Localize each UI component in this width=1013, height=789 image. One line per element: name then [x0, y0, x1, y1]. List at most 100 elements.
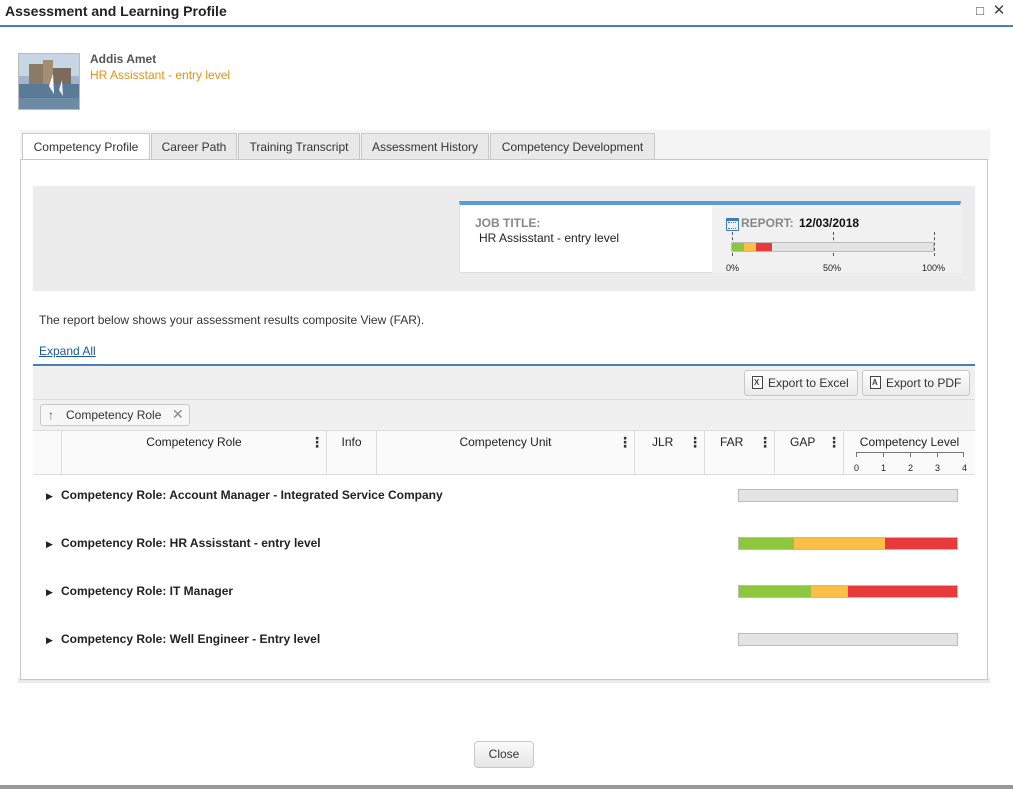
bar-segment: [744, 243, 757, 251]
scale-label: 3: [935, 463, 941, 473]
column-header-competency-unit[interactable]: Competency Unit: [376, 431, 634, 475]
group-row[interactable]: ▶ Competency Role: HR Assisstant - entry…: [33, 529, 975, 577]
progress-label-0: 0%: [726, 263, 740, 273]
window-title: Assessment and Learning Profile: [5, 3, 227, 19]
progress-label-50: 50%: [823, 263, 842, 273]
expand-caret-icon[interactable]: ▶: [46, 491, 53, 502]
tab-career-path[interactable]: Career Path: [151, 133, 237, 160]
tab-competency-profile[interactable]: Competency Profile: [22, 133, 150, 161]
job-title-label: JOB TITLE:: [475, 216, 541, 230]
competency-level-bar: [738, 585, 958, 598]
close-button[interactable]: Close: [474, 741, 534, 768]
competency-level-bar: [738, 489, 958, 502]
column-menu-icon[interactable]: [827, 435, 837, 449]
bar-segment: [756, 243, 773, 251]
competency-level-bar: [738, 633, 958, 646]
column-header-competency-level[interactable]: Competency Level 0 1 2 3 4: [843, 431, 975, 475]
column-header-gap[interactable]: GAP: [774, 431, 843, 475]
report-section: REPORT: 12/03/2018 0% 50% 100%: [712, 205, 962, 273]
column-header-jlr[interactable]: JLR: [634, 431, 704, 475]
report-date: 12/03/2018: [799, 216, 860, 230]
window-titlebar: Assessment and Learning Profile □ ✕: [0, 0, 1013, 27]
avatar-photo: [19, 54, 79, 109]
scale-tick: [856, 453, 857, 457]
group-row[interactable]: ▶ Competency Role: IT Manager: [33, 577, 975, 625]
group-chip-label: Competency Role: [66, 408, 162, 422]
tab-training-transcript[interactable]: Training Transcript: [238, 133, 360, 160]
tab-competency-development[interactable]: Competency Development: [490, 133, 655, 160]
column-header-info[interactable]: Info: [326, 431, 376, 475]
scale-tick: [937, 453, 938, 457]
report-description: The report below shows your assessment r…: [39, 313, 425, 327]
calendar-icon: [726, 218, 739, 231]
excel-file-icon: X: [752, 376, 763, 389]
report-progress-bar: [731, 242, 934, 252]
bar-segment: [739, 538, 794, 549]
scale-tick: [883, 453, 884, 457]
report-label: REPORT:: [741, 216, 794, 230]
group-row[interactable]: ▶ Competency Role: Account Manager - Int…: [33, 481, 975, 529]
competency-level-bar: [738, 537, 958, 550]
scale-tick: [910, 453, 911, 457]
tab-strip: Competency Profile Career Path Training …: [20, 130, 990, 161]
window-bottom-border: [0, 785, 1013, 789]
column-menu-icon[interactable]: [758, 435, 768, 449]
avatar: [18, 53, 80, 110]
column-label-competency-role: Competency Role: [146, 435, 242, 449]
bar-segment: [847, 586, 957, 597]
group-row-label: Competency Role: Well Engineer - Entry l…: [61, 632, 321, 646]
pdf-file-icon: A: [870, 376, 881, 389]
export-pdf-button[interactable]: A Export to PDF: [862, 370, 970, 396]
progress-label-100: 100%: [922, 263, 946, 273]
export-pdf-label: Export to PDF: [886, 376, 962, 390]
group-chip-competency-role[interactable]: ↑ Competency Role ✕: [40, 404, 190, 426]
grid-toolbar: X Export to Excel A Export to PDF: [33, 366, 975, 400]
scale-label: 4: [962, 463, 968, 473]
column-menu-icon[interactable]: [618, 435, 628, 449]
export-excel-label: Export to Excel: [768, 376, 849, 390]
scale-tick: [963, 453, 964, 457]
expand-caret-icon[interactable]: ▶: [46, 635, 53, 646]
column-label-jlr: JLR: [652, 435, 674, 449]
competency-level-scale: 0 1 2 3 4: [854, 452, 967, 473]
job-summary-card: JOB TITLE: HR Assisstant - entry level R…: [459, 201, 962, 273]
column-label-gap: GAP: [790, 435, 816, 449]
sort-ascending-icon[interactable]: ↑: [48, 405, 54, 425]
group-row-label: Competency Role: IT Manager: [61, 584, 234, 598]
column-label-competency-level: Competency Level: [859, 435, 960, 449]
column-menu-icon[interactable]: [310, 435, 320, 449]
scale-label: 1: [881, 463, 887, 473]
maximize-icon[interactable]: □: [972, 3, 988, 19]
grid-header-row: Competency Role Info Competency Unit JLR…: [33, 431, 975, 475]
close-icon[interactable]: ✕: [991, 1, 1007, 19]
expand-caret-icon[interactable]: ▶: [46, 587, 53, 598]
progress-tick-100: [934, 232, 935, 256]
user-name: Addis Amet: [90, 52, 157, 66]
scale-label: 2: [908, 463, 914, 473]
bar-segment: [739, 586, 811, 597]
scale-label: 0: [854, 463, 860, 473]
bar-segment: [885, 538, 957, 549]
column-label-competency-unit: Competency Unit: [459, 435, 552, 449]
user-job-title: HR Assisstant - entry level: [90, 68, 231, 82]
column-label-far: FAR: [720, 435, 744, 449]
expand-caret-icon[interactable]: ▶: [46, 539, 53, 550]
column-label-info: Info: [341, 435, 362, 449]
bar-segment: [793, 538, 886, 549]
grouping-area: ↑ Competency Role ✕: [33, 400, 975, 431]
column-header-far[interactable]: FAR: [704, 431, 774, 475]
expand-all-link[interactable]: Expand All: [39, 344, 96, 358]
bar-segment: [732, 243, 745, 251]
bar-segment: [810, 586, 848, 597]
summary-band: JOB TITLE: HR Assisstant - entry level R…: [33, 186, 975, 291]
group-row[interactable]: ▶ Competency Role: Well Engineer - Entry…: [33, 625, 975, 673]
group-row-label: Competency Role: HR Assisstant - entry l…: [61, 536, 321, 550]
export-excel-button[interactable]: X Export to Excel: [744, 370, 858, 396]
competency-profile-panel: JOB TITLE: HR Assisstant - entry level R…: [20, 159, 988, 680]
column-menu-icon[interactable]: [688, 435, 698, 449]
tab-assessment-history[interactable]: Assessment History: [361, 133, 489, 160]
job-title-value: HR Assisstant - entry level: [479, 231, 620, 245]
group-row-label: Competency Role: Account Manager - Integ…: [61, 488, 443, 502]
remove-group-icon[interactable]: ✕: [172, 404, 184, 424]
column-header-competency-role[interactable]: Competency Role: [61, 431, 326, 475]
